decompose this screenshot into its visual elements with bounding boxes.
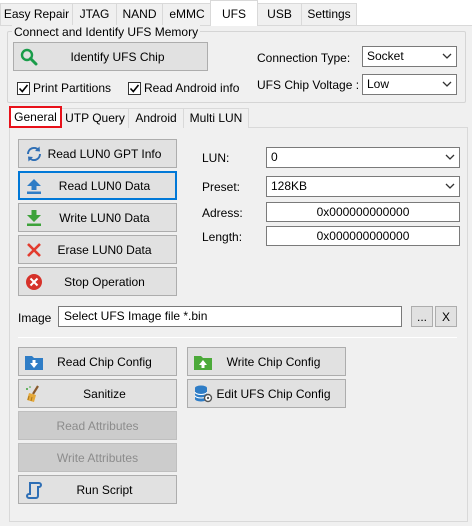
connection-type-value: Socket bbox=[367, 49, 404, 63]
broom-icon bbox=[24, 384, 44, 404]
image-label: Image bbox=[18, 311, 52, 325]
length-field[interactable]: 0x000000000000 bbox=[266, 226, 460, 246]
sanitize-label: Sanitize bbox=[83, 386, 126, 401]
read-gpt-label: Read LUN0 GPT Info bbox=[47, 146, 162, 161]
chevron-down-icon bbox=[445, 154, 455, 160]
lun-label: LUN: bbox=[202, 151, 230, 165]
tab-usb[interactable]: USB bbox=[257, 3, 302, 25]
refresh-icon bbox=[24, 144, 44, 164]
tab-utp-query[interactable]: UTP Query bbox=[61, 108, 129, 128]
edit-chip-config-label: Edit UFS Chip Config bbox=[216, 386, 331, 401]
database-gear-icon bbox=[193, 384, 213, 404]
top-tab-bar: Easy Repair JTAG NAND eMMC UFS USB Setti… bbox=[0, 0, 472, 26]
read-android-info-label: Read Android info bbox=[144, 81, 240, 95]
search-icon bbox=[19, 47, 39, 67]
checkmark-icon bbox=[128, 81, 141, 95]
tab-ufs[interactable]: UFS bbox=[210, 0, 258, 26]
clear-button[interactable]: X bbox=[435, 306, 457, 327]
stop-operation-button[interactable]: Stop Operation bbox=[18, 267, 177, 296]
tab-emmc[interactable]: eMMC bbox=[162, 3, 212, 25]
sanitize-button[interactable]: Sanitize bbox=[18, 379, 177, 408]
identify-group-title: Connect and Identify UFS Memory bbox=[12, 25, 201, 39]
lun-select[interactable]: 0 bbox=[266, 147, 460, 168]
chip-voltage-value: Low bbox=[367, 77, 390, 91]
identify-button-label: Identify UFS Chip bbox=[70, 49, 165, 64]
read-attributes-button[interactable]: Read Attributes bbox=[18, 411, 177, 440]
read-chip-config-button[interactable]: Read Chip Config bbox=[18, 347, 177, 376]
erase-data-button[interactable]: Erase LUN0 Data bbox=[18, 235, 177, 264]
tab-settings[interactable]: Settings bbox=[301, 3, 357, 25]
write-data-label: Write LUN0 Data bbox=[59, 210, 150, 225]
lun-value: 0 bbox=[271, 150, 278, 164]
browse-button[interactable]: ... bbox=[411, 306, 433, 327]
read-data-button[interactable]: Read LUN0 Data bbox=[18, 171, 177, 200]
write-attributes-button[interactable]: Write Attributes bbox=[18, 443, 177, 472]
preset-label: Preset: bbox=[202, 180, 241, 194]
read-gpt-button[interactable]: Read LUN0 GPT Info bbox=[18, 139, 177, 168]
preset-value: 128KB bbox=[271, 179, 308, 193]
write-attributes-label: Write Attributes bbox=[56, 450, 139, 465]
read-chip-config-label: Read Chip Config bbox=[57, 354, 152, 369]
chip-voltage-select[interactable]: Low bbox=[362, 74, 457, 95]
download-icon bbox=[24, 208, 44, 228]
write-data-button[interactable]: Write LUN0 Data bbox=[18, 203, 177, 232]
chevron-down-icon bbox=[442, 53, 452, 59]
preset-select[interactable]: 128KB bbox=[266, 176, 460, 197]
write-chip-config-button[interactable]: Write Chip Config bbox=[187, 347, 346, 376]
connection-type-select[interactable]: Socket bbox=[362, 46, 457, 67]
edit-chip-config-button[interactable]: Edit UFS Chip Config bbox=[187, 379, 346, 408]
tab-general[interactable]: General bbox=[9, 106, 62, 128]
read-attributes-label: Read Attributes bbox=[56, 418, 139, 433]
upload-icon bbox=[24, 176, 44, 196]
divider bbox=[18, 337, 457, 338]
print-partitions-label: Print Partitions bbox=[33, 81, 112, 95]
tab-android[interactable]: Android bbox=[128, 108, 184, 128]
erase-data-label: Erase LUN0 Data bbox=[57, 242, 152, 257]
run-script-label: Run Script bbox=[76, 482, 133, 497]
tab-multi-lun[interactable]: Multi LUN bbox=[183, 108, 249, 128]
connection-type-label: Connection Type: bbox=[257, 51, 351, 65]
length-label: Length: bbox=[202, 230, 243, 244]
folder-upload-icon bbox=[193, 352, 213, 372]
read-data-label: Read LUN0 Data bbox=[58, 178, 151, 193]
image-path-field[interactable]: Select UFS Image file *.bin bbox=[58, 306, 402, 327]
run-script-button[interactable]: Run Script bbox=[18, 475, 177, 504]
chevron-down-icon bbox=[445, 183, 455, 189]
chevron-down-icon bbox=[442, 81, 452, 87]
folder-download-icon bbox=[24, 352, 44, 372]
write-chip-config-label: Write Chip Config bbox=[226, 354, 321, 369]
tab-easy-repair[interactable]: Easy Repair bbox=[0, 3, 73, 25]
read-android-info-checkbox[interactable]: Read Android info bbox=[128, 81, 239, 95]
address-field[interactable]: 0x000000000000 bbox=[266, 202, 460, 222]
address-label: Adress: bbox=[202, 206, 243, 220]
close-icon bbox=[24, 240, 44, 260]
chip-voltage-label: UFS Chip Voltage : bbox=[257, 78, 360, 92]
tab-nand[interactable]: NAND bbox=[116, 3, 163, 25]
stop-operation-label: Stop Operation bbox=[64, 274, 145, 289]
stop-icon bbox=[24, 272, 44, 292]
checkmark-icon bbox=[17, 81, 30, 95]
identify-ufs-chip-button[interactable]: Identify UFS Chip bbox=[13, 42, 208, 71]
tab-jtag[interactable]: JTAG bbox=[72, 3, 117, 25]
script-icon bbox=[24, 480, 44, 500]
print-partitions-checkbox[interactable]: Print Partitions bbox=[17, 81, 111, 95]
